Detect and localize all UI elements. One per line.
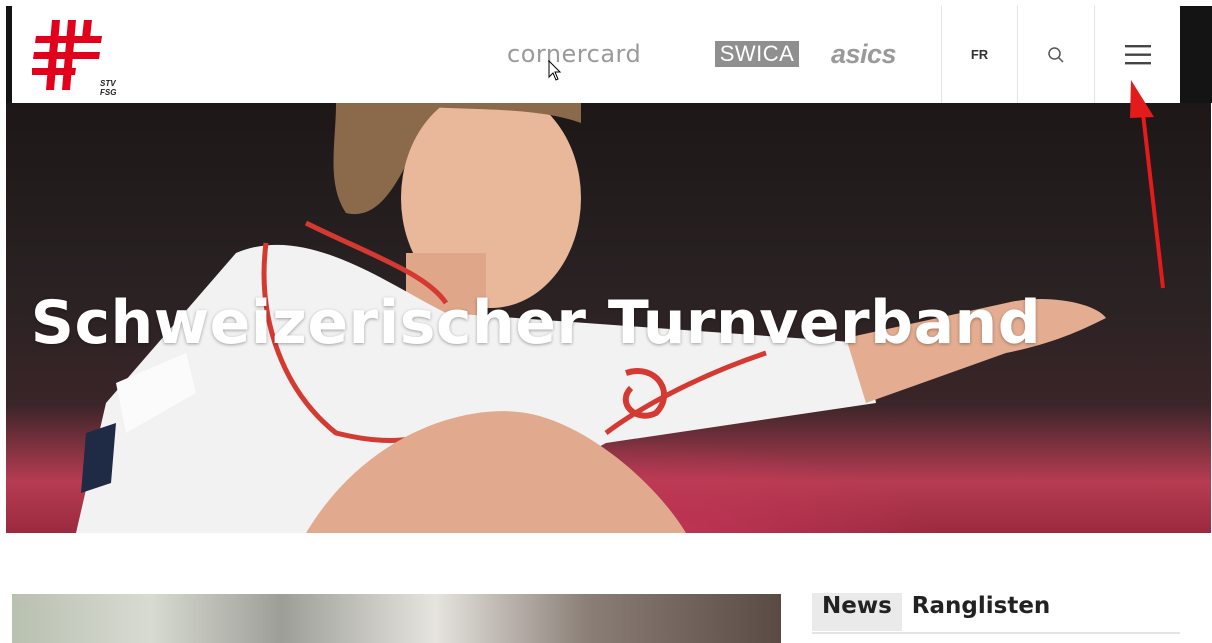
frame-right bbox=[1180, 6, 1212, 103]
language-switch[interactable]: FR bbox=[941, 6, 1017, 103]
logo-cross-icon bbox=[31, 20, 102, 90]
sponsor-asics[interactable]: asics bbox=[831, 39, 897, 70]
mouse-cursor-icon bbox=[548, 60, 562, 81]
logo-text: STV FSG bbox=[100, 79, 116, 97]
site-header: STV FSG cornercard SWICA asics FR bbox=[12, 6, 1180, 103]
tab-news[interactable]: News bbox=[812, 593, 902, 631]
sponsor-swica[interactable]: SWICA bbox=[715, 41, 799, 67]
menu-button[interactable] bbox=[1094, 6, 1181, 103]
hero-title: Schweizerischer Turnverband bbox=[30, 288, 1042, 358]
search-button[interactable] bbox=[1017, 6, 1094, 103]
tab-ranglisten[interactable]: Ranglisten bbox=[902, 593, 1061, 631]
logo-text-fsg: FSG bbox=[100, 88, 117, 97]
stv-logo[interactable]: STV FSG bbox=[31, 16, 116, 97]
hamburger-menu-icon bbox=[1125, 44, 1151, 64]
hero-banner: Schweizerischer Turnverband bbox=[6, 103, 1211, 533]
sponsor-cornercard[interactable]: cornercard bbox=[507, 40, 685, 68]
search-icon bbox=[1048, 46, 1064, 63]
language-label: FR bbox=[970, 47, 989, 62]
news-image[interactable] bbox=[12, 594, 781, 643]
logo-text-stv: STV bbox=[100, 79, 116, 88]
sponsor-logos: cornercard SWICA asics bbox=[507, 36, 897, 72]
tabs-divider bbox=[812, 632, 1180, 634]
news-tabs: News Ranglisten bbox=[812, 593, 1060, 631]
